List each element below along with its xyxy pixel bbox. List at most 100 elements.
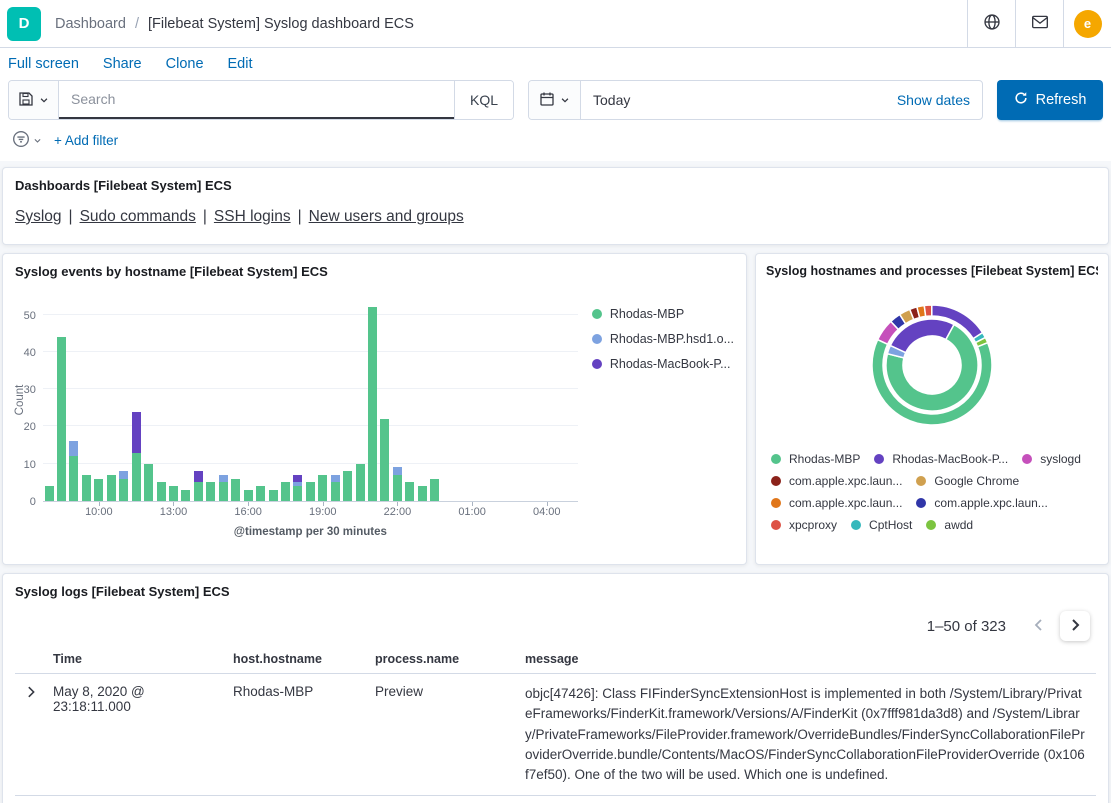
bar-segment [82, 475, 91, 501]
bar-bucket-14[interactable] [219, 475, 228, 501]
add-filter-button[interactable]: + Add filter [54, 133, 118, 148]
breadcrumb-dashboard[interactable]: Dashboard [55, 16, 126, 32]
column-header-message[interactable]: message [517, 645, 1096, 674]
legend-item-com-apple-xpc-laun[interactable]: com.apple.xpc.laun... [916, 496, 1047, 510]
y-tick-label: 0 [30, 496, 36, 508]
bar-bucket-17[interactable] [256, 486, 265, 501]
show-dates-button[interactable]: Show dates [885, 81, 982, 119]
dashboard-link-ssh-logins[interactable]: SSH logins [214, 208, 291, 225]
legend-item-syslogd[interactable]: syslogd [1022, 452, 1081, 466]
bar-bucket-22[interactable] [318, 475, 327, 501]
bar-bucket-18[interactable] [269, 490, 278, 501]
breadcrumb-current-page: [Filebeat System] Syslog dashboard ECS [148, 16, 414, 32]
legend-item-rhodas-macbook-p[interactable]: Rhodas-MacBook-P... [592, 357, 731, 371]
legend-item-com-apple-xpc-laun[interactable]: com.apple.xpc.laun... [771, 474, 902, 488]
bar-chart-legend: Rhodas-MBP Rhodas-MBP.hsd1.o... Rhodas-Mac… [592, 307, 734, 371]
bar-chart-plot [43, 297, 578, 502]
bar-segment [194, 482, 203, 501]
next-page-button[interactable] [1060, 611, 1090, 641]
bar-bucket-27[interactable] [380, 419, 389, 501]
bar-bucket-16[interactable] [244, 490, 253, 501]
expand-row-button[interactable] [23, 684, 39, 703]
legend-item-rhodas-macbook-p[interactable]: Rhodas-MacBook-P... [874, 452, 1008, 466]
legend-item-cpthost[interactable]: CptHost [851, 518, 912, 532]
legend-label: Rhodas-MacBook-P... [892, 452, 1008, 466]
menu-item-full-screen[interactable]: Full screen [8, 56, 79, 72]
date-picker: Today Show dates [528, 80, 983, 120]
refresh-button[interactable]: Refresh [997, 80, 1103, 120]
bar-bucket-6[interactable] [119, 471, 128, 501]
bar-bucket-0[interactable] [45, 486, 54, 501]
bar-segment [45, 486, 54, 501]
kql-button[interactable]: KQL [454, 81, 513, 119]
globe-icon-button[interactable] [967, 0, 1015, 47]
bar-bucket-15[interactable] [231, 479, 240, 501]
bar-bucket-28[interactable] [393, 467, 402, 501]
menu-item-share[interactable]: Share [103, 56, 142, 72]
bar-bucket-11[interactable] [181, 490, 190, 501]
bar-bucket-3[interactable] [82, 475, 91, 501]
user-avatar[interactable]: e [1074, 10, 1102, 38]
bar-bucket-7[interactable] [132, 412, 141, 501]
menu-item-edit[interactable]: Edit [228, 56, 253, 72]
legend-item-com-apple-xpc-laun[interactable]: com.apple.xpc.laun... [771, 496, 902, 510]
bar-bucket-29[interactable] [405, 482, 414, 501]
date-picker-menu-button[interactable] [529, 81, 581, 119]
bar-bucket-2[interactable] [69, 441, 78, 501]
bar-bucket-4[interactable] [94, 479, 103, 501]
legend-item-google-chrome[interactable]: Google Chrome [916, 474, 1019, 488]
bar-bucket-25[interactable] [356, 464, 365, 501]
bar-bucket-12[interactable] [194, 471, 203, 501]
bar-bucket-24[interactable] [343, 471, 352, 501]
filter-icon [12, 130, 30, 151]
bar-bucket-20[interactable] [293, 475, 302, 501]
menu-item-clone[interactable]: Clone [166, 56, 204, 72]
legend-item-rhodas-mbp-hsd1-o[interactable]: Rhodas-MBP.hsd1.o... [592, 332, 734, 346]
legend-dot [771, 520, 781, 530]
dashboard-link-new-users-and-groups[interactable]: New users and groups [309, 208, 464, 225]
bar-segment [356, 464, 365, 501]
logs-table-body: May 8, 2020 @ 23:18:11.000Rhodas-MBPPrev… [15, 674, 1096, 803]
column-header-host-hostname[interactable]: host.hostname [225, 645, 367, 674]
bar-segment [194, 471, 203, 482]
legend-item-awdd[interactable]: awdd [926, 518, 973, 532]
bar-bucket-9[interactable] [157, 482, 166, 501]
saved-query-menu-button[interactable] [9, 81, 59, 119]
gridline [43, 314, 578, 315]
bar-bucket-5[interactable] [107, 475, 116, 501]
expander-cell [15, 674, 45, 796]
previous-page-button[interactable] [1024, 611, 1054, 641]
bar-bucket-1[interactable] [57, 337, 66, 501]
column-header-process-name[interactable]: process.name [367, 645, 517, 674]
globe-icon [983, 13, 1001, 34]
x-tick-label: 16:00 [234, 506, 262, 518]
legend-item-rhodas-mbp[interactable]: Rhodas-MBP [771, 452, 860, 466]
bar-bucket-21[interactable] [306, 482, 315, 501]
search-input[interactable] [59, 81, 454, 119]
bar-bucket-30[interactable] [418, 486, 427, 501]
legend-item-xpcproxy[interactable]: xpcproxy [771, 518, 837, 532]
bar-bucket-19[interactable] [281, 482, 290, 501]
legend-item-rhodas-mbp[interactable]: Rhodas-MBP [592, 307, 684, 321]
app-header: D Dashboard / [Filebeat System] Syslog d… [0, 0, 1111, 48]
bar-bucket-10[interactable] [169, 486, 178, 501]
donut-segment-process-name-xpcproxy[interactable] [924, 305, 932, 316]
legend-dot [771, 454, 781, 464]
syslog-logs-panel: Syslog logs [Filebeat System] ECS 1–50 o… [2, 573, 1109, 803]
dashboard-link-syslog[interactable]: Syslog [15, 208, 62, 225]
bar-bucket-8[interactable] [144, 464, 153, 501]
column-header-time[interactable]: Time [45, 645, 225, 674]
bar-bucket-31[interactable] [430, 479, 439, 501]
bar-bucket-26[interactable] [368, 307, 377, 501]
bar-bucket-23[interactable] [331, 475, 340, 501]
space-avatar[interactable]: D [7, 7, 41, 41]
date-range-value[interactable]: Today [581, 81, 885, 119]
query-bar: KQL Today Show dates Refresh [0, 78, 1111, 128]
filter-options-button[interactable] [12, 130, 42, 151]
table-row-0: May 8, 2020 @ 23:18:11.000Rhodas-MBPPrev… [15, 674, 1096, 796]
time-cell: May 8, 2020 @ 23:18:11.000 [45, 674, 225, 796]
bar-bucket-13[interactable] [206, 482, 215, 501]
dashboard-link-sudo-commands[interactable]: Sudo commands [80, 208, 196, 225]
legend-dot [771, 498, 781, 508]
newsfeed-mail-icon-button[interactable] [1015, 0, 1063, 47]
